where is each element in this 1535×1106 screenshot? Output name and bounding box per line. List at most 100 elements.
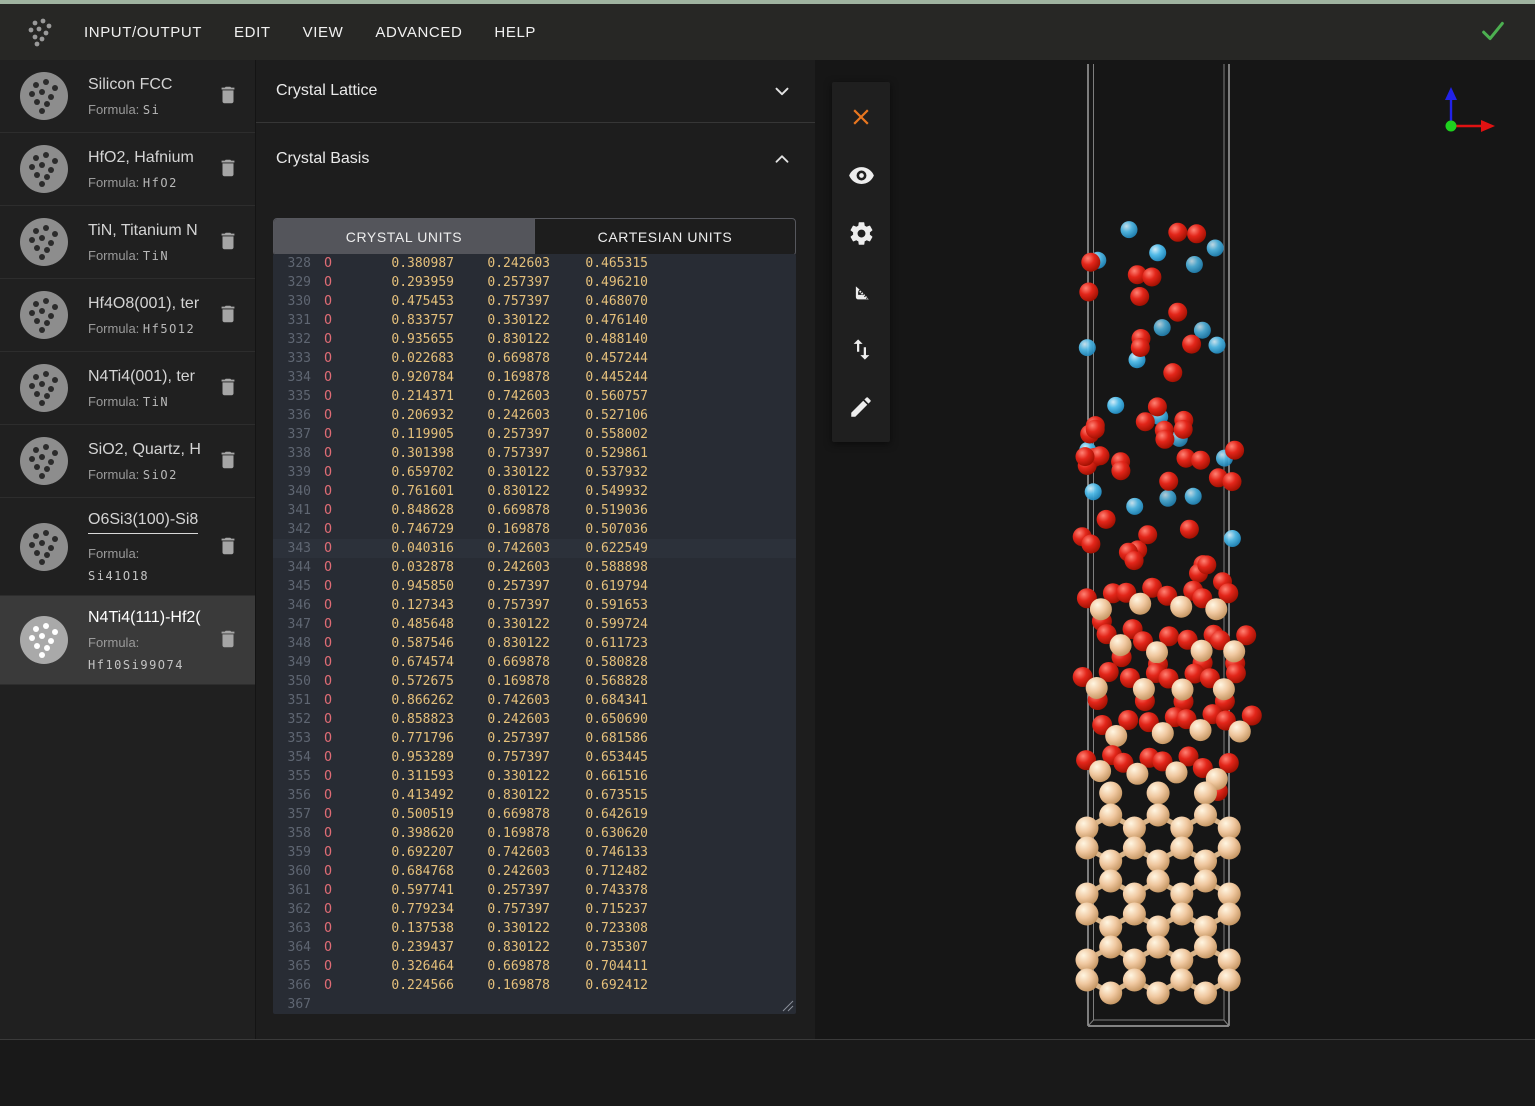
material-text: TiN, Titanium NFormula: TiN — [88, 221, 211, 263]
menu-view[interactable]: VIEW — [303, 24, 344, 41]
basis-row: 366O0.2245660.1698780.692412 — [273, 976, 796, 995]
chevron-down-icon[interactable] — [771, 80, 793, 102]
basis-row-empty: 367 — [273, 995, 796, 1014]
basis-row: 350O0.5726750.1698780.568828 — [273, 672, 796, 691]
settings-button[interactable] — [832, 204, 890, 262]
trash-icon — [217, 83, 239, 107]
resize-grip-icon[interactable] — [782, 1000, 794, 1012]
basis-row: 362O0.7792340.7573970.715237 — [273, 900, 796, 919]
material-name: Hf4O8(001), ter — [88, 294, 211, 314]
material-avatar-icon — [20, 72, 68, 120]
material-editor-panel: Crystal Lattice Crystal Basis CRYSTAL UN… — [256, 60, 815, 1040]
footer-bar — [0, 1039, 1535, 1106]
edit-button[interactable] — [832, 378, 890, 436]
material-list-item[interactable]: TiN, Titanium NFormula: TiN — [0, 206, 255, 279]
material-list-item[interactable]: Hf4O8(001), terFormula: Hf5O12 — [0, 279, 255, 352]
basis-row: 353O0.7717960.2573970.681586 — [273, 729, 796, 748]
basis-row: 347O0.4856480.3301220.599724 — [273, 615, 796, 634]
basis-row: 328O0.3809870.2426030.465315 — [273, 254, 796, 273]
app-logo-icon — [22, 14, 58, 50]
menu-advanced[interactable]: ADVANCED — [375, 24, 462, 41]
menu-edit[interactable]: EDIT — [234, 24, 271, 41]
material-avatar-icon — [20, 616, 68, 664]
swap-axes-button[interactable] — [832, 320, 890, 378]
delete-material-button[interactable] — [217, 302, 243, 328]
basis-row: 358O0.3986200.1698780.630620 — [273, 824, 796, 843]
material-list-item[interactable]: HfO2, HafniumFormula: HfO2 — [0, 133, 255, 206]
material-name[interactable]: O6Si3(100)-Si8 — [88, 510, 198, 534]
material-formula-label: Formula: — [88, 635, 211, 650]
trash-icon — [217, 302, 239, 326]
units-tab-group: CRYSTAL UNITS CARTESIAN UNITS — [273, 218, 796, 256]
material-list-item[interactable]: N4Ti4(001), terFormula: TiN — [0, 352, 255, 425]
material-avatar-icon — [20, 291, 68, 339]
material-formula: Formula: SiO2 — [88, 467, 211, 482]
menu-help[interactable]: HELP — [494, 24, 536, 41]
tab-cartesian-units[interactable]: CARTESIAN UNITS — [534, 219, 795, 255]
basis-row: 365O0.3264640.6698780.704411 — [273, 957, 796, 976]
material-formula: Formula: TiN — [88, 248, 211, 263]
section-crystal-basis[interactable]: Crystal Basis — [256, 123, 815, 195]
basis-row: 364O0.2394370.8301220.735307 — [273, 938, 796, 957]
basis-row: 342O0.7467290.1698780.507036 — [273, 520, 796, 539]
basis-row: 349O0.6745740.6698780.580828 — [273, 653, 796, 672]
delete-material-button[interactable] — [217, 229, 243, 255]
basis-row: 337O0.1199050.2573970.558002 — [273, 425, 796, 444]
basis-row: 357O0.5005190.6698780.642619 — [273, 805, 796, 824]
saved-checkmark-icon — [1479, 17, 1507, 45]
materials-sidebar: Silicon FCCFormula: Si HfO2, HafniumFormu… — [0, 60, 256, 1040]
viewer-toolbar — [832, 82, 890, 442]
material-avatar-icon — [20, 218, 68, 266]
structure-3d-viewer[interactable] — [815, 60, 1535, 1040]
material-text: Hf4O8(001), terFormula: Hf5O12 — [88, 294, 211, 336]
menu-input-output[interactable]: INPUT/OUTPUT — [84, 24, 202, 41]
material-avatar-icon — [20, 523, 68, 571]
section-crystal-lattice[interactable]: Crystal Lattice — [256, 60, 815, 123]
material-name: N4Ti4(001), ter — [88, 367, 211, 387]
swap-vertical-icon — [848, 336, 875, 363]
basis-row: 348O0.5875460.8301220.611723 — [273, 634, 796, 653]
basis-row: 332O0.9356550.8301220.488140 — [273, 330, 796, 349]
close-button[interactable] — [832, 88, 890, 146]
chevron-up-icon[interactable] — [771, 148, 793, 170]
basis-row: 340O0.7616010.8301220.549932 — [273, 482, 796, 501]
tab-crystal-units[interactable]: CRYSTAL UNITS — [274, 219, 534, 255]
material-list-item[interactable]: N4Ti4(111)-Hf2(Formula:Hf10Si99O74 — [0, 596, 255, 685]
structure-3d-canvas[interactable] — [815, 60, 1535, 1040]
basis-row: 331O0.8337570.3301220.476140 — [273, 311, 796, 330]
basis-row: 338O0.3013980.7573970.529861 — [273, 444, 796, 463]
trash-icon — [217, 156, 239, 180]
measure-button[interactable] — [832, 262, 890, 320]
delete-material-button[interactable] — [217, 627, 243, 653]
basis-row: 360O0.6847680.2426030.712482 — [273, 862, 796, 881]
basis-row: 343O0.0403160.7426030.622549 — [273, 539, 796, 558]
delete-material-button[interactable] — [217, 83, 243, 109]
main-menu: INPUT/OUTPUT EDIT VIEW ADVANCED HELP — [84, 24, 536, 41]
delete-material-button[interactable] — [217, 448, 243, 474]
basis-row: 351O0.8662620.7426030.684341 — [273, 691, 796, 710]
visibility-button[interactable] — [832, 146, 890, 204]
material-text: Silicon FCCFormula: Si — [88, 75, 211, 117]
delete-material-button[interactable] — [217, 375, 243, 401]
material-name: N4Ti4(111)-Hf2( — [88, 608, 211, 628]
basis-row: 334O0.9207840.1698780.445244 — [273, 368, 796, 387]
material-formula-label: Formula: — [88, 546, 211, 561]
delete-material-button[interactable] — [217, 534, 243, 560]
delete-material-button[interactable] — [217, 156, 243, 182]
basis-row: 352O0.8588230.2426030.650690 — [273, 710, 796, 729]
orientation-axes-widget — [1429, 82, 1507, 146]
basis-coordinates-editor[interactable]: 328O0.3809870.2426030.465315329O0.293959… — [273, 254, 796, 1014]
basis-row: 359O0.6922070.7426030.746133 — [273, 843, 796, 862]
material-formula: Formula: HfO2 — [88, 175, 211, 190]
material-avatar-icon — [20, 364, 68, 412]
trash-icon — [217, 229, 239, 253]
material-name: SiO2, Quartz, H — [88, 440, 211, 460]
basis-row: 354O0.9532890.7573970.653445 — [273, 748, 796, 767]
material-list-item[interactable]: Silicon FCCFormula: Si — [0, 60, 255, 133]
eye-icon — [848, 162, 875, 189]
material-text: N4Ti4(001), terFormula: TiN — [88, 367, 211, 409]
basis-row: 356O0.4134920.8301220.673515 — [273, 786, 796, 805]
material-list-item[interactable]: SiO2, Quartz, H Formula: SiO2 — [0, 425, 255, 498]
material-list-item[interactable]: O6Si3(100)-Si8Formula:Si41O18 — [0, 498, 255, 596]
material-formula-value: HfO2 — [143, 176, 178, 190]
